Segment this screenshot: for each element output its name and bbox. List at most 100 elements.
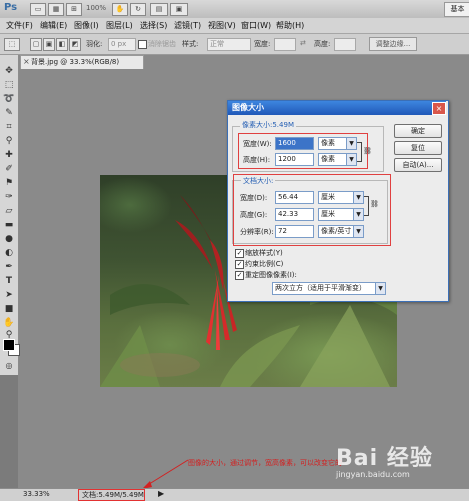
height-label: 高度:	[314, 40, 331, 48]
auto-button[interactable]: 自动(A)...	[394, 158, 442, 172]
arrange-documents-icon[interactable]: ▤	[150, 3, 168, 16]
pixel-height-unit-select[interactable]: 像素 ▼	[318, 153, 357, 166]
marquee-preset-icon[interactable]: ⬚	[4, 38, 20, 51]
antialias-checkbox[interactable]	[138, 40, 147, 49]
healing-tool-icon[interactable]: ✚	[3, 150, 15, 161]
screen-mode-icon[interactable]: ▣	[170, 3, 188, 16]
menu-view[interactable]: 视图(V)	[208, 20, 236, 31]
minibridge-icon[interactable]: ▦	[48, 3, 64, 16]
ok-button[interactable]: 确定	[394, 124, 442, 138]
quick-mask-icon[interactable]: ◎	[3, 360, 15, 371]
zoom-status[interactable]: 33.33%	[23, 490, 50, 498]
resolution-input[interactable]: 72	[275, 225, 314, 238]
move-tool-icon[interactable]: ✥	[3, 66, 15, 77]
dodge-tool-icon[interactable]: ◐	[3, 248, 15, 259]
doc-width-unit: 厘米	[321, 193, 335, 201]
resample-label: 重定图像像素(I):	[245, 271, 297, 279]
marquee-tool-icon[interactable]: ⬚	[3, 80, 15, 91]
doc-width-input[interactable]: 56.44	[275, 191, 314, 204]
path-select-tool-icon[interactable]: ➤	[3, 290, 15, 301]
reset-button[interactable]: 复位	[394, 141, 442, 155]
resample-checkbox[interactable]: ✓	[235, 271, 244, 280]
constrain-proportions-checkbox[interactable]: ✓	[235, 260, 244, 269]
shape-tool-icon[interactable]: ■	[3, 304, 15, 315]
pixel-height-input[interactable]: 1200	[275, 153, 314, 166]
document-size-label: 文档大小:	[241, 176, 276, 186]
resample-method-select[interactable]: 两次立方（适用于平滑渐变） ▼	[272, 282, 386, 295]
close-icon[interactable]: ×	[432, 102, 446, 115]
baidu-watermark-url: jingyan.baidu.com	[336, 470, 410, 479]
chevron-down-icon: ▼	[346, 138, 356, 149]
scale-styles-label: 缩放样式(Y)	[245, 249, 283, 257]
rotate-view-icon[interactable]: ↻	[130, 3, 146, 16]
refine-edge-button[interactable]: 调整边缘...	[369, 37, 417, 51]
style-label: 样式:	[182, 40, 199, 48]
dialog-title: 图像大小	[232, 103, 264, 112]
resolution-label: 分辨率(R):	[240, 228, 274, 236]
width-input[interactable]	[274, 38, 296, 51]
eyedropper-tool-icon[interactable]: ⚲	[3, 136, 15, 147]
doc-width-label: 宽度(D):	[240, 194, 268, 202]
view-extras-icon[interactable]: ⊞	[66, 3, 82, 16]
workspace-button[interactable]: 基本	[444, 2, 469, 17]
menu-layer[interactable]: 图层(L)	[106, 20, 133, 31]
dialog-title-bar[interactable]: 图像大小	[228, 101, 446, 115]
hand-icon[interactable]: ✋	[112, 3, 128, 16]
blur-tool-icon[interactable]: ●	[3, 234, 15, 245]
hand-tool-icon[interactable]: ✋	[3, 318, 15, 329]
menu-window[interactable]: 窗口(W)	[241, 20, 271, 31]
chevron-down-icon: ▼	[353, 192, 363, 203]
menu-select[interactable]: 选择(S)	[140, 20, 167, 31]
menu-edit[interactable]: 编辑(E)	[40, 20, 67, 31]
new-selection-icon[interactable]: ▢	[30, 38, 42, 51]
bridge-icon[interactable]: ▭	[30, 3, 46, 16]
gradient-tool-icon[interactable]: ▬	[3, 220, 15, 231]
lasso-tool-icon[interactable]: ➰	[3, 94, 15, 105]
pen-tool-icon[interactable]: ✒	[3, 262, 15, 273]
photoshop-logo: Ps	[4, 2, 18, 13]
height-input[interactable]	[334, 38, 356, 51]
foreground-color-swatch[interactable]	[3, 339, 15, 351]
add-selection-icon[interactable]: ▣	[43, 38, 55, 51]
doc-width-unit-select[interactable]: 厘米 ▼	[318, 191, 364, 204]
status-bar	[0, 488, 469, 501]
scale-styles-checkbox[interactable]: ✓	[235, 249, 244, 258]
pixel-height-unit: 像素	[321, 155, 335, 163]
menu-filter[interactable]: 滤镜(T)	[174, 20, 201, 31]
menu-file[interactable]: 文件(F)	[6, 20, 33, 31]
doc-height-input[interactable]: 42.33	[275, 208, 314, 221]
chevron-down-icon: ▼	[353, 226, 363, 237]
chevron-down-icon: ▼	[346, 154, 356, 165]
link-bracket-icon	[357, 142, 362, 162]
intersect-selection-icon[interactable]: ◩	[69, 38, 81, 51]
type-tool-icon[interactable]: T	[3, 276, 15, 287]
eraser-tool-icon[interactable]: ▱	[3, 206, 15, 217]
resolution-unit-select[interactable]: 像素/英寸 ▼	[318, 225, 364, 238]
chevron-down-icon: ▼	[353, 209, 363, 220]
brush-tool-icon[interactable]: ✐	[3, 164, 15, 175]
chevron-down-icon: ▼	[375, 283, 385, 294]
document-tab[interactable]: 背景.jpg @ 33.3%(RGB/8)	[20, 55, 144, 69]
status-menu-arrow-icon[interactable]: ▶	[158, 489, 164, 498]
chain-link-icon: ⛓	[363, 147, 372, 155]
zoom-level-readout[interactable]: 100%	[86, 4, 106, 12]
menu-image[interactable]: 图像(I)	[74, 20, 99, 31]
subtract-selection-icon[interactable]: ◧	[56, 38, 68, 51]
quick-select-tool-icon[interactable]: ✎	[3, 108, 15, 119]
doc-height-unit-select[interactable]: 厘米 ▼	[318, 208, 364, 221]
crop-tool-icon[interactable]: ⌗	[3, 122, 15, 133]
document-size-status[interactable]: 文档:5.49M/5.49M	[78, 489, 145, 501]
baidu-watermark: Bai 经验	[336, 446, 433, 471]
menu-help[interactable]: 帮助(H)	[276, 20, 304, 31]
feather-input[interactable]: 0 px	[108, 38, 136, 51]
pixel-width-input[interactable]: 1600	[275, 137, 314, 150]
document-tab-title: 背景.jpg @ 33.3%(RGB/8)	[31, 58, 120, 66]
clone-tool-icon[interactable]: ⚑	[3, 178, 15, 189]
style-select[interactable]: 正常	[207, 38, 251, 51]
history-brush-tool-icon[interactable]: ✑	[3, 192, 15, 203]
link-bracket-icon	[364, 196, 369, 216]
close-icon[interactable]: ×	[23, 57, 30, 66]
swap-icon[interactable]: ⇄	[300, 39, 306, 47]
pixel-width-unit-select[interactable]: 像素 ▼	[318, 137, 357, 150]
width-label: 宽度:	[254, 40, 271, 48]
